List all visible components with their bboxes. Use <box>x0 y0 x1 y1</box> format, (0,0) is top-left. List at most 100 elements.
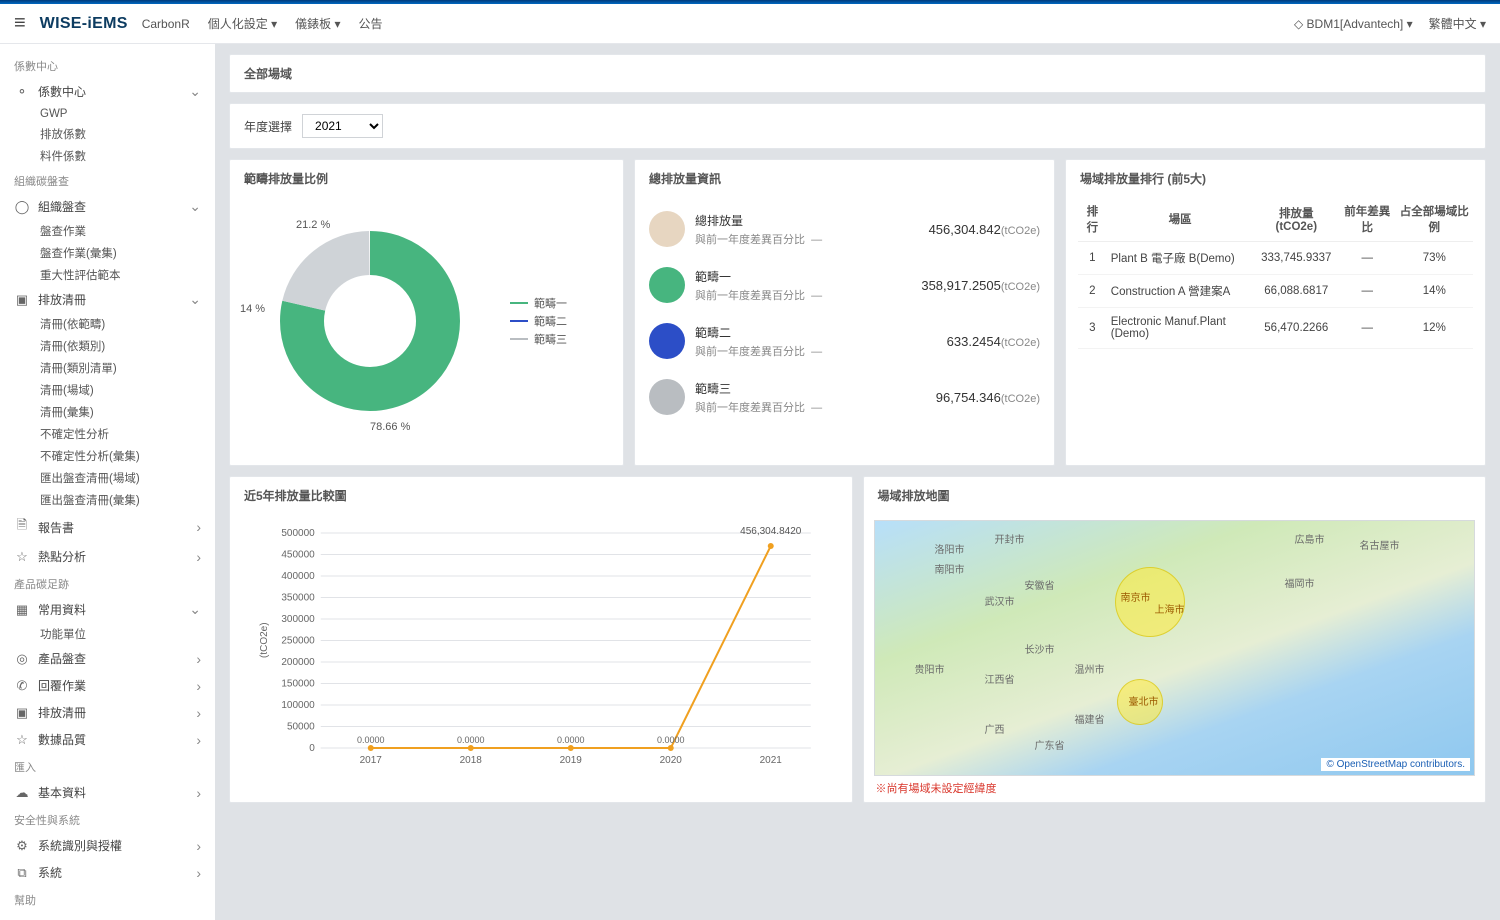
sidebar-sub-list-site[interactable]: 清冊(場域) <box>0 379 215 401</box>
scope-dot-icon <box>649 323 685 359</box>
svg-text:400000: 400000 <box>281 571 315 582</box>
list-icon: ▣ <box>14 292 30 308</box>
svg-text:300000: 300000 <box>281 614 315 625</box>
copy-icon: ⧉ <box>14 865 30 881</box>
data-icon: ▦ <box>14 602 30 618</box>
sidebar-item-org-check[interactable]: ◯組織盤查⌄ <box>0 193 215 220</box>
sidebar-sub-sig-template[interactable]: 重大性評估範本 <box>0 264 215 286</box>
map-title: 場域排放地圖 <box>864 477 1486 514</box>
map-attribution[interactable]: © OpenStreetMap contributors. <box>1321 758 1470 771</box>
chevron-right-icon: › <box>196 651 201 667</box>
lang-menu[interactable]: 繁體中文 ▾ <box>1429 15 1486 32</box>
map-warning: ※尚有場域未設定經緯度 <box>874 776 1476 796</box>
sidebar-item-coef-center[interactable]: ⚬係數中心⌄ <box>0 78 215 105</box>
sidebar-sub-list-collect[interactable]: 清冊(彙集) <box>0 401 215 423</box>
sidebar-item-role-auth[interactable]: ⚙系統識別與授權› <box>0 832 215 859</box>
chevron-right-icon: › <box>196 838 201 854</box>
nav-notice[interactable]: 公告 <box>359 15 383 32</box>
totals-row: 範疇一與前一年度差異百分比 —358,917.2505(tCO2e) <box>649 257 1040 313</box>
chevron-right-icon: › <box>196 732 201 748</box>
donut-legend: 範疇一 範疇二 範疇三 <box>510 293 567 349</box>
chevron-right-icon: › <box>196 549 201 565</box>
sidebar-sub-uncertainty-collect[interactable]: 不確定性分析(彙集) <box>0 445 215 467</box>
page-header-card: 全部場域 <box>229 54 1486 93</box>
context-name[interactable]: CarbonR <box>142 17 190 31</box>
sidebar-section-footprint: 產品碳足跡 <box>0 570 215 596</box>
svg-text:500000: 500000 <box>281 528 315 539</box>
svg-text:50000: 50000 <box>287 722 315 733</box>
svg-text:200000: 200000 <box>281 657 315 668</box>
table-row: 2Construction A 營建案A66,088.6817—14% <box>1078 275 1473 308</box>
chevron-down-icon: ⌄ <box>189 83 201 100</box>
cloud-icon: ☁ <box>14 785 30 801</box>
map-card: 場域排放地圖 洛阳市 开封市 南阳市 安徽省 武汉市 长沙市 贵阳市 江西省 温… <box>863 476 1487 803</box>
svg-text:0.0000: 0.0000 <box>357 735 385 745</box>
donut-pct-3: 21.2 % <box>296 219 330 231</box>
chevron-right-icon: › <box>196 705 201 721</box>
sidebar-item-emit-list2[interactable]: ▣排放清冊› <box>0 699 215 726</box>
sidebar-sub-material[interactable]: 料件係數 <box>0 145 215 167</box>
page-title: 全部場域 <box>230 55 1485 92</box>
sidebar-item-system[interactable]: ⧉系統› <box>0 859 215 886</box>
user-menu[interactable]: ◇ BDM1[Advantech] ▾ <box>1294 17 1413 31</box>
sidebar: 係數中心 ⚬係數中心⌄ GWP 排放係數 料件係數 組織碳盤查 ◯組織盤查⌄ 盤… <box>0 44 215 920</box>
donut-pct-2: 14 % <box>240 303 265 315</box>
chevron-down-icon: ⌄ <box>189 198 201 215</box>
donut-title: 範疇排放量比例 <box>230 160 623 197</box>
sidebar-item-basic-data[interactable]: ☁基本資料› <box>0 779 215 806</box>
org-icon: ◯ <box>14 199 30 215</box>
menu-icon[interactable]: ≡ <box>14 12 26 35</box>
sidebar-item-product-check[interactable]: ◎產品盤查› <box>0 645 215 672</box>
svg-text:456,304.8420: 456,304.8420 <box>740 526 802 537</box>
svg-text:100000: 100000 <box>281 700 315 711</box>
sidebar-sub-func-unit[interactable]: 功能單位 <box>0 623 215 645</box>
sidebar-section-help: 幫助 <box>0 886 215 912</box>
svg-text:2017: 2017 <box>360 755 383 766</box>
topbar: ≡ WISE-iEMS CarbonR 個人化設定 ▾ 儀錶板 ▾ 公告 ◇ B… <box>0 4 1500 44</box>
totals-row: 總排放量與前一年度差異百分比 —456,304.842(tCO2e) <box>649 201 1040 257</box>
filter-card: 年度選擇 2021 <box>229 103 1486 149</box>
nav-dashboard[interactable]: 儀錶板 ▾ <box>295 15 340 32</box>
svg-text:2019: 2019 <box>560 755 583 766</box>
sidebar-sub-list-scope[interactable]: 清冊(依範疇) <box>0 313 215 335</box>
sidebar-item-common-data[interactable]: ▦常用資料⌄ <box>0 596 215 623</box>
scope-dot-icon <box>649 211 685 247</box>
svg-text:350000: 350000 <box>281 593 315 604</box>
app-logo: WISE-iEMS <box>40 15 128 33</box>
sidebar-item-hotspot[interactable]: ☆熱點分析› <box>0 543 215 570</box>
trend-title: 近5年排放量比較圖 <box>230 477 852 514</box>
sidebar-sub-uncertainty[interactable]: 不確定性分析 <box>0 423 215 445</box>
rank-card: 場域排放量排行 (前5大) 排行 場區 排放量 (tCO2e) 前年差異比 占全… <box>1065 159 1486 466</box>
rank-title: 場域排放量排行 (前5大) <box>1066 160 1485 197</box>
sidebar-sub-emit-coef[interactable]: 排放係數 <box>0 123 215 145</box>
totals-row: 範疇三與前一年度差異百分比 —96,754.346(tCO2e) <box>649 369 1040 425</box>
year-select[interactable]: 2021 <box>302 114 383 138</box>
sidebar-item-report[interactable]: 🗎報告書› <box>0 511 215 543</box>
donut-pct-1: 78.66 % <box>370 421 410 433</box>
sidebar-section-import: 匯入 <box>0 753 215 779</box>
sidebar-sub-gwp[interactable]: GWP <box>0 105 215 123</box>
doc-icon: 🗎 <box>14 516 30 538</box>
table-row: 1Plant B 電子廠 B(Demo)333,745.9337—73% <box>1078 242 1473 275</box>
sidebar-section-coef: 係數中心 <box>0 52 215 78</box>
chevron-right-icon: › <box>196 678 201 694</box>
chevron-right-icon: › <box>196 865 201 881</box>
map-canvas[interactable]: 洛阳市 开封市 南阳市 安徽省 武汉市 长沙市 贵阳市 江西省 温州市 南京市 … <box>874 520 1476 776</box>
sidebar-sub-export-collect[interactable]: 匯出盤查清冊(彙集) <box>0 489 215 511</box>
sidebar-sub-check-job-collect[interactable]: 盤查作業(彙集) <box>0 242 215 264</box>
nav-personal[interactable]: 個人化設定 ▾ <box>208 15 277 32</box>
sidebar-sub-check-job[interactable]: 盤查作業 <box>0 220 215 242</box>
chevron-right-icon: › <box>196 519 201 535</box>
chevron-down-icon: ⌄ <box>189 601 201 618</box>
star-icon: ☆ <box>14 732 30 748</box>
scope-dot-icon <box>649 379 685 415</box>
sidebar-sub-list-type-menu[interactable]: 清冊(類別清單) <box>0 357 215 379</box>
svg-text:2020: 2020 <box>660 755 683 766</box>
sidebar-sub-export-site[interactable]: 匯出盤查清冊(場域) <box>0 467 215 489</box>
donut-card: 範疇排放量比例 21.2 % 14 % 78.66 % 範疇一 範疇二 <box>229 159 624 466</box>
sidebar-item-emit-list[interactable]: ▣排放清冊⌄ <box>0 286 215 313</box>
sidebar-sub-list-type[interactable]: 清冊(依類別) <box>0 335 215 357</box>
svg-text:250000: 250000 <box>281 636 315 647</box>
sidebar-item-data-quality[interactable]: ☆數據品質› <box>0 726 215 753</box>
sidebar-item-reply-job[interactable]: ✆回覆作業› <box>0 672 215 699</box>
